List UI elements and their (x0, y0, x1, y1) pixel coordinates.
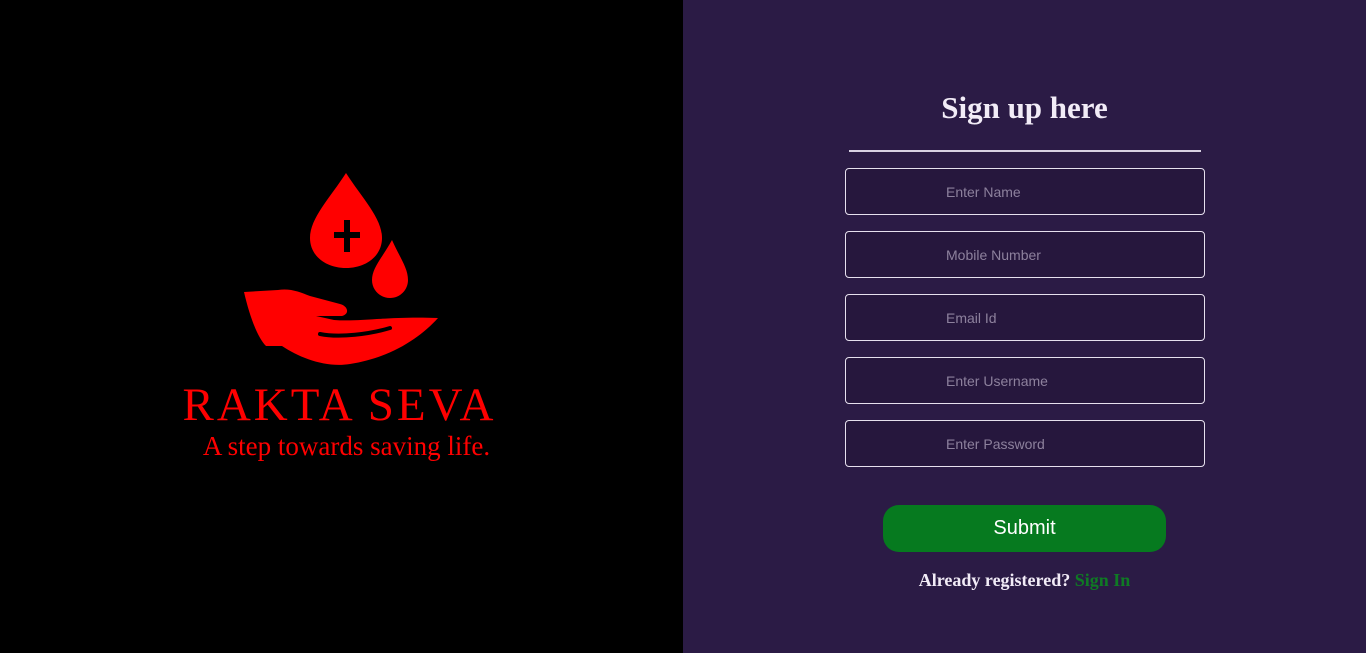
brand-tagline: A step towards saving life. (202, 431, 491, 461)
title-divider (849, 150, 1201, 152)
password-field[interactable] (845, 420, 1205, 467)
signin-prompt: Already registered? (918, 570, 1071, 590)
name-field[interactable] (845, 168, 1205, 215)
signup-panel: Sign up here Submit Already registered? … (683, 0, 1366, 653)
brand-panel: RAKTA SEVA A step towards saving life. (0, 0, 683, 653)
page-title: Sign up here (941, 90, 1108, 125)
signin-row: Already registered? Sign In (683, 570, 1366, 591)
signin-link[interactable]: Sign In (1075, 570, 1131, 590)
mobile-field[interactable] (845, 231, 1205, 278)
username-field[interactable] (845, 357, 1205, 404)
email-field[interactable] (845, 294, 1205, 341)
submit-button[interactable]: Submit (883, 505, 1166, 552)
blood-drop-hand-icon (244, 173, 438, 365)
brand-name: RAKTA SEVA (182, 379, 497, 431)
